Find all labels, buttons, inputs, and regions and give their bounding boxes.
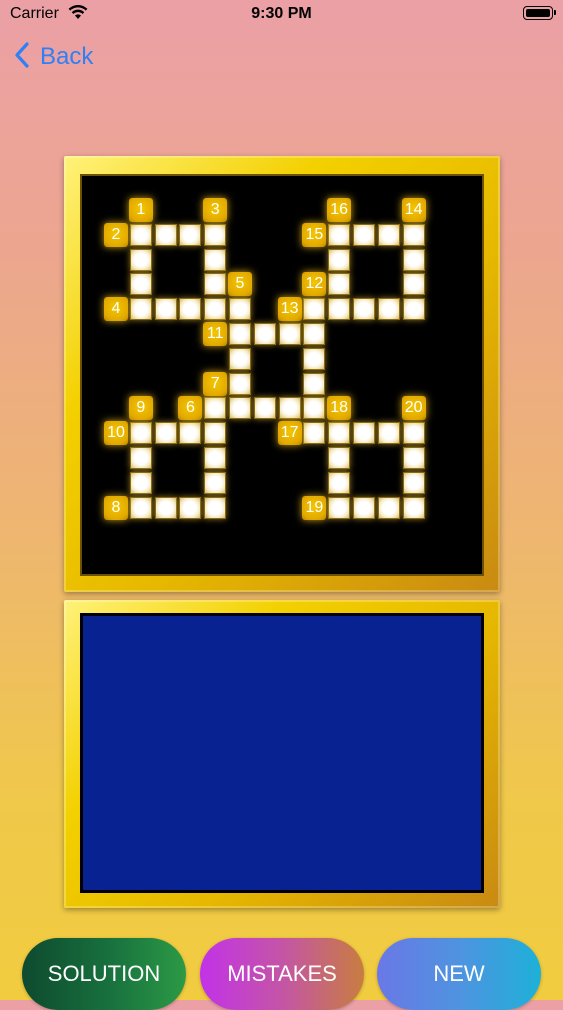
grid-cell[interactable] — [129, 298, 152, 321]
grid-cell[interactable] — [253, 323, 276, 345]
grid-cell[interactable] — [303, 323, 326, 345]
grid-cell[interactable] — [179, 422, 202, 445]
crossword-grid: 1 3 16 14 2 15 5 12 4 13 11 7 9 6 18 20 10 17 8 19 — [82, 176, 482, 574]
chevron-left-icon — [14, 41, 30, 73]
clue-number: 9 — [128, 396, 153, 421]
grid-cell[interactable] — [253, 397, 276, 420]
grid-cell[interactable] — [402, 422, 425, 445]
grid-cell[interactable] — [303, 347, 326, 370]
grid-cell[interactable] — [204, 422, 227, 445]
back-label: Back — [40, 43, 94, 70]
grid-cell[interactable] — [129, 447, 152, 469]
grid-cell[interactable] — [303, 397, 326, 420]
grid-cell[interactable] — [328, 471, 351, 494]
grid-cell[interactable] — [328, 422, 351, 445]
clue-number: 20 — [401, 396, 426, 421]
grid-cell[interactable] — [179, 223, 202, 246]
grid-cell[interactable] — [229, 347, 251, 370]
grid-cell[interactable] — [278, 397, 301, 420]
status-time: 9:30 PM — [251, 5, 312, 22]
grid-cell[interactable] — [402, 273, 425, 296]
grid-cell[interactable] — [154, 223, 177, 246]
grid-cell[interactable] — [204, 496, 227, 519]
clue-number: 3 — [203, 198, 228, 222]
grid-cell[interactable] — [328, 298, 351, 321]
grid-cell[interactable] — [328, 273, 351, 296]
clue-number: 4 — [104, 297, 128, 322]
clue-number: 2 — [104, 222, 128, 247]
clue-number: 18 — [327, 396, 352, 421]
grid-cell[interactable] — [377, 298, 400, 321]
battery-icon — [523, 6, 556, 20]
clue-number: 11 — [203, 322, 228, 346]
grid-cell[interactable] — [229, 298, 251, 321]
grid-cell[interactable] — [229, 372, 251, 395]
grid-cell[interactable] — [377, 223, 400, 246]
grid-cell[interactable] — [129, 273, 152, 296]
grid-cell[interactable] — [229, 323, 251, 345]
grid-cell[interactable] — [129, 223, 152, 246]
clue-number: 1 — [128, 198, 153, 222]
clue-number: 17 — [277, 421, 302, 446]
answer-panel[interactable] — [80, 613, 484, 893]
grid-cell[interactable] — [303, 422, 326, 445]
back-button[interactable]: Back — [14, 40, 93, 74]
grid-cell[interactable] — [129, 248, 152, 271]
grid-cell[interactable] — [377, 496, 400, 519]
grid-cell[interactable] — [129, 496, 152, 519]
grid-cell[interactable] — [353, 422, 375, 445]
grid-cell[interactable] — [204, 471, 227, 494]
grid-cell[interactable] — [154, 298, 177, 321]
new-button[interactable]: NEW — [377, 938, 541, 1010]
grid-cell[interactable] — [179, 298, 202, 321]
grid-cell[interactable] — [179, 496, 202, 519]
grid-cell[interactable] — [402, 223, 425, 246]
clue-number: 16 — [327, 198, 352, 222]
clue-number: 6 — [178, 396, 203, 421]
clue-number: 13 — [277, 297, 302, 322]
grid-cell[interactable] — [129, 471, 152, 494]
solution-button[interactable]: SOLUTION — [22, 938, 186, 1010]
grid-cell[interactable] — [154, 422, 177, 445]
clue-number: 12 — [302, 272, 327, 297]
mistakes-button[interactable]: MISTAKES — [200, 938, 364, 1010]
grid-cell[interactable] — [402, 298, 425, 321]
grid-cell[interactable] — [303, 298, 326, 321]
grid-cell[interactable] — [204, 298, 227, 321]
clue-number: 19 — [302, 495, 327, 520]
grid-cell[interactable] — [204, 397, 227, 420]
grid-cell[interactable] — [402, 496, 425, 519]
puzzle-frame: 1 3 16 14 2 15 5 12 4 13 11 7 9 6 18 20 10 17 8 19 — [64, 156, 500, 592]
grid-cell[interactable] — [278, 323, 301, 345]
status-bar: Carrier 9:30 PM — [0, 0, 563, 30]
clue-number: 5 — [228, 272, 252, 297]
grid-cell[interactable] — [154, 496, 177, 519]
grid-cell[interactable] — [204, 248, 227, 271]
clue-number: 8 — [104, 495, 128, 520]
grid-cell[interactable] — [204, 447, 227, 469]
grid-cell[interactable] — [129, 422, 152, 445]
answer-frame — [64, 600, 500, 908]
grid-cell[interactable] — [353, 298, 375, 321]
grid-cell[interactable] — [377, 422, 400, 445]
clue-number: 15 — [302, 222, 327, 247]
grid-cell[interactable] — [328, 248, 351, 271]
clue-number: 10 — [104, 421, 128, 446]
clue-number: 7 — [203, 371, 228, 396]
grid-cell[interactable] — [229, 397, 251, 420]
crossword-board: 1 3 16 14 2 15 5 12 4 13 11 7 9 6 18 20 10 17 8 19 — [80, 174, 484, 576]
grid-cell[interactable] — [328, 447, 351, 469]
grid-cell[interactable] — [402, 471, 425, 494]
grid-cell[interactable] — [402, 248, 425, 271]
clue-number: 14 — [401, 198, 426, 222]
grid-cell[interactable] — [402, 447, 425, 469]
grid-cell[interactable] — [328, 223, 351, 246]
grid-cell[interactable] — [353, 496, 375, 519]
grid-cell[interactable] — [204, 223, 227, 246]
grid-cell[interactable] — [204, 273, 227, 296]
grid-cell[interactable] — [303, 372, 326, 395]
grid-cell[interactable] — [353, 223, 375, 246]
grid-cell[interactable] — [328, 496, 351, 519]
